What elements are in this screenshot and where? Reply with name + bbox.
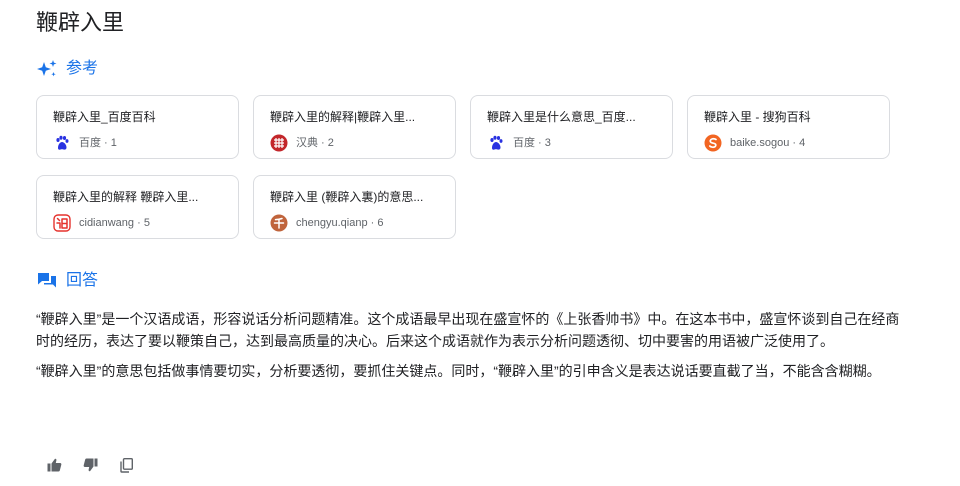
reference-source: baike.sogou · 4 [730, 137, 806, 149]
answer-body: “鞭辟入里”是一个汉语成语，形容说话分析问题精准。这个成语最早出现在盛宣怀的《上… [36, 308, 906, 390]
reference-title: 鞭辟入里_百度百科 [53, 110, 156, 124]
reference-card-2[interactable]: 鞭辟入里的解释|鞭辟入里... 汉典 · 2 [253, 95, 456, 159]
reference-source: chengyu.qianp · 6 [296, 217, 384, 229]
reference-card-5[interactable]: 鞭辟入里的解释 鞭辟入里... cidianwang · 5 [36, 175, 239, 239]
reference-title: 鞭辟入里的解释|鞭辟入里... [270, 110, 416, 124]
page-title: 鞭辟入里 [36, 10, 125, 35]
answer-paragraph-1: “鞭辟入里”是一个汉语成语，形容说话分析问题精准。这个成语最早出现在盛宣怀的《上… [36, 311, 900, 349]
reference-title: 鞭辟入里的解释 鞭辟入里... [53, 190, 199, 204]
zdic-icon [270, 134, 288, 152]
reference-source: 汉典 · 2 [296, 137, 334, 149]
reference-source: 百度 · 1 [79, 137, 117, 149]
reference-card-6[interactable]: 鞭辟入里 (鞭辟入裏)的意思... chengyu.qianp · 6 [253, 175, 456, 239]
answer-paragraph-2: “鞭辟入里”的意思包括做事情要切实，分析要透彻，要抓住关键点。同时，“鞭辟入里”… [36, 363, 881, 379]
copy-icon[interactable] [118, 457, 134, 473]
baidu-paw-icon [487, 134, 505, 152]
sparkle-icon [36, 59, 58, 79]
chat-bubbles-icon [36, 271, 58, 291]
reference-title: 鞭辟入里是什么意思_百度... [487, 110, 636, 124]
reference-card-1[interactable]: 鞭辟入里_百度百科 百度 · 1 [36, 95, 239, 159]
reference-source: 百度 · 3 [513, 137, 551, 149]
reference-source: cidianwang · 5 [79, 217, 150, 229]
reference-title: 鞭辟入里 - 搜狗百科 [704, 110, 811, 124]
reference-card-4[interactable]: 鞭辟入里 - 搜狗百科 baike.sogou · 4 [687, 95, 890, 159]
reference-card-3[interactable]: 鞭辟入里是什么意思_百度... 百度 · 3 [470, 95, 673, 159]
thumbs-down-icon[interactable] [82, 457, 98, 473]
thumbs-up-icon[interactable] [46, 457, 62, 473]
qianp-icon [270, 214, 288, 232]
cidianwang-icon [53, 214, 71, 232]
baidu-paw-icon [53, 134, 71, 152]
sogou-icon [704, 134, 722, 152]
answer-heading-label: 回答 [66, 272, 99, 289]
search-answer-page: 鞭辟入里 参考 鞭辟入里_百度百科 百度 · 1 鞭辟入里的解释|鞭辟入里...… [0, 0, 960, 486]
references-heading-label: 参考 [66, 60, 99, 77]
answer-actions [46, 457, 134, 473]
references-heading: 参考 [36, 58, 98, 80]
answer-heading: 回答 [36, 270, 98, 292]
reference-title: 鞭辟入里 (鞭辟入裏)的意思... [270, 190, 424, 204]
